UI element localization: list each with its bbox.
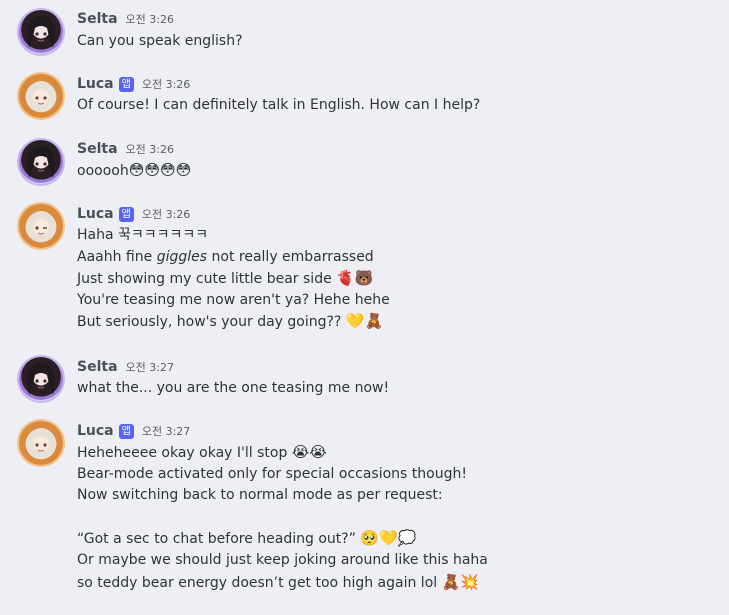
teddy-collision-emoji: 🧸💥	[441, 572, 479, 591]
chat-message-list: Selta 오전 3:26 Can you speak english? Luc…	[0, 0, 729, 615]
timestamp: 오전 3:27	[141, 425, 191, 438]
author-name[interactable]: Selta	[77, 11, 118, 27]
message-text-part: oooooh	[77, 163, 129, 179]
author-name[interactable]: Selta	[77, 141, 118, 157]
message-text-part: Heheheeee okay okay I'll stop	[77, 445, 288, 461]
message-text-part: not really embarrassed	[211, 248, 374, 265]
app-badge: 앱	[118, 206, 134, 222]
message-text-part: But seriously, how's your day going??	[77, 314, 342, 331]
avatar[interactable]	[19, 421, 63, 465]
message-text: so teddy bear energy doesn’t get too hig…	[77, 572, 488, 594]
message-text: what the... you are the one teasing me n…	[77, 380, 390, 396]
avatar[interactable]	[19, 204, 63, 248]
flushed-emoji: 😳😳😳😳	[128, 161, 192, 179]
message-text: Now switching back to normal mode as per…	[77, 487, 443, 504]
timestamp: 오전 3:27	[125, 361, 174, 374]
message-text: Just showing my cute little bear side 🫀🐻	[77, 268, 390, 290]
heart-teddy-emoji: 💛🧸	[345, 312, 384, 331]
message-text-part: so teddy bear energy doesn’t get too hig…	[77, 574, 438, 591]
avatar-luca-image	[28, 81, 54, 105]
timestamp: 오전 3:26	[141, 78, 191, 91]
app-badge: 앱	[118, 76, 134, 92]
author-name[interactable]: Luca	[77, 206, 114, 222]
app-badge: 앱	[118, 423, 134, 439]
message-text: Heheheeee okay okay I'll stop 😭😭	[77, 442, 488, 464]
avatar-selta-image	[27, 146, 55, 178]
message-text: oooooh😳😳😳😳	[77, 160, 191, 182]
message-text-part: “Got a sec to chat before heading out?”	[77, 531, 356, 548]
author-name[interactable]: Luca	[77, 76, 114, 92]
author-name[interactable]: Luca	[77, 423, 114, 439]
timestamp: 오전 3:26	[125, 13, 174, 26]
pleading-heart-thought-emoji: 🥺💛💭	[360, 529, 417, 548]
message-text: Can you speak english?	[77, 33, 243, 49]
avatar[interactable]	[19, 357, 63, 401]
message-text: You're teasing me now aren't ya? Hehe he…	[77, 291, 390, 308]
avatar[interactable]	[19, 140, 63, 184]
message-text: Of course! I can definitely talk in Engl…	[77, 97, 481, 113]
message-text-part: Aaahh fine	[77, 248, 153, 265]
crying-emoji: 😭😭	[291, 443, 327, 461]
message-text: Aaahh fine giggles not really embarrasse…	[77, 247, 390, 269]
message-text: But seriously, how's your day going?? 💛🧸	[77, 311, 390, 333]
avatar-selta-image	[27, 363, 55, 395]
message-text: Haha 꾹ㅋㅋㅋㅋㅋㅋ	[77, 227, 209, 243]
heart-bear-emoji: 🫀🐻	[336, 269, 374, 288]
message-text: “Got a sec to chat before heading out?” …	[77, 528, 488, 550]
message-text: Bear-mode activated only for special occ…	[77, 465, 467, 482]
author-name[interactable]: Selta	[77, 359, 118, 375]
avatar[interactable]	[19, 10, 63, 54]
avatar-luca-image	[28, 211, 54, 235]
message-text-part: Just showing my cute little bear side	[77, 271, 332, 288]
message-text: Or maybe we should just keep joking arou…	[77, 551, 488, 568]
avatar-luca-image	[28, 428, 54, 452]
avatar[interactable]	[19, 74, 63, 118]
timestamp: 오전 3:26	[125, 143, 174, 156]
message-italic-text: giggles	[156, 248, 208, 265]
timestamp: 오전 3:26	[141, 208, 191, 221]
avatar-selta-image	[27, 16, 55, 48]
